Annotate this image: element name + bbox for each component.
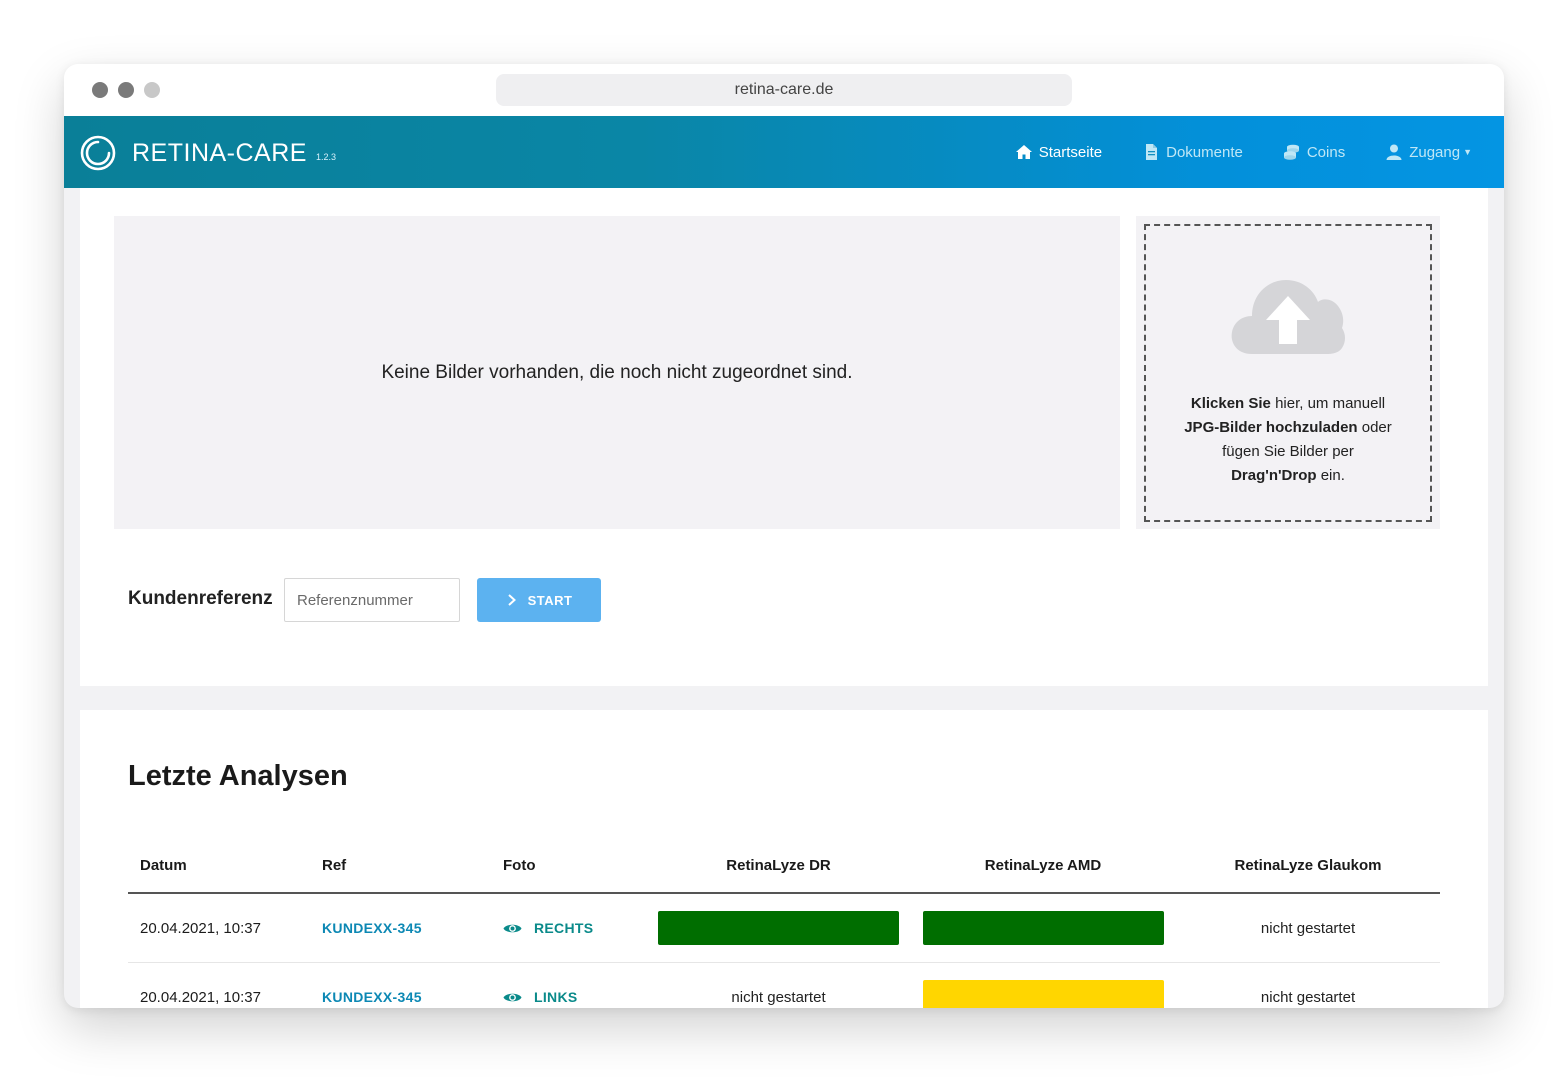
glaukom-status: nicht gestartet: [1260, 919, 1356, 937]
nav-item-label: Startseite: [1038, 143, 1103, 161]
top-navbar: RETINA-CARE 1.2.3 Startseite Dokumente C…: [64, 116, 1504, 188]
row-ref-link[interactable]: KUNDEXX-345: [322, 989, 422, 1005]
column-header-retinalyze-glaukom: RetinaLyze Glaukom: [1234, 857, 1382, 874]
table-row: 20.04.2021, 10:37 KUNDEXX-345 RECHTS nic…: [128, 894, 1440, 963]
start-button[interactable]: START: [477, 578, 601, 622]
document-icon: [1146, 144, 1158, 160]
row-date: 20.04.2021, 10:37: [140, 988, 261, 1006]
brand[interactable]: RETINA-CARE 1.2.3: [80, 134, 336, 172]
user-icon: [1386, 144, 1402, 160]
browser-titlebar: retina-care.de: [64, 64, 1504, 116]
amd-result-bar[interactable]: [922, 911, 1164, 945]
column-header-datum: Datum: [140, 857, 187, 874]
dr-status: nicht gestartet: [731, 988, 826, 1006]
address-bar[interactable]: retina-care.de: [496, 74, 1072, 106]
nav-item-label: Coins: [1306, 143, 1346, 161]
analyses-card: Letzte Analysen Datum Ref Foto RetinaLyz…: [80, 710, 1488, 1008]
nav-item-label: Zugang: [1409, 143, 1461, 161]
coins-icon: [1283, 144, 1299, 160]
eye-icon: [503, 993, 522, 1001]
nav-item-coins[interactable]: Coins: [1283, 143, 1345, 161]
reference-label: Kundenreferenz: [128, 588, 273, 609]
reference-input[interactable]: [284, 578, 460, 622]
nav-menu: Startseite Dokumente Coins Zugang ▼: [975, 116, 1472, 188]
browser-window: retina-care.de RETINA-CARE 1.2.3 Startse…: [64, 64, 1504, 1008]
brand-version: 1.2.3: [315, 152, 336, 162]
column-header-ref: Ref: [322, 857, 347, 874]
nav-item-startseite[interactable]: Startseite: [1015, 143, 1102, 161]
nav-item-zugang[interactable]: Zugang ▼: [1385, 143, 1472, 161]
glaukom-status: nicht gestartet: [1260, 988, 1356, 1006]
nav-item-label: Dokumente: [1166, 143, 1243, 161]
upload-instructions: Klicken Sie hier, um manuell JPG-Bilder …: [1184, 395, 1392, 484]
unassigned-images-area: Keine Bilder vorhanden, die noch nicht z…: [114, 216, 1120, 529]
eye-icon: [503, 924, 522, 932]
start-button-label: START: [527, 592, 573, 608]
table-row: 20.04.2021, 10:37 KUNDEXX-345 LINKS nich…: [128, 963, 1440, 1008]
brand-name: RETINA-CARE: [132, 138, 307, 167]
amd-result-bar[interactable]: [922, 980, 1164, 1008]
upload-panel: Klicken Sie hier, um manuell JPG-Bilder …: [1136, 216, 1440, 529]
dr-result-bar[interactable]: [658, 911, 899, 945]
window-maximize-button[interactable]: [144, 82, 160, 98]
row-foto-label: RECHTS: [534, 920, 594, 936]
upload-card: Keine Bilder vorhanden, die noch nicht z…: [80, 188, 1488, 686]
row-ref-link[interactable]: KUNDEXX-345: [322, 920, 422, 936]
column-header-retinalyze-dr: RetinaLyze DR: [726, 857, 831, 874]
chevron-down-icon: ▼: [1463, 147, 1472, 157]
upload-dropzone[interactable]: Klicken Sie hier, um manuell JPG-Bilder …: [1144, 224, 1432, 522]
cloud-upload-icon: [1231, 280, 1345, 354]
retina-logo-icon: [80, 135, 116, 171]
row-date: 20.04.2021, 10:37: [140, 919, 261, 937]
section-title: Letzte Analysen: [128, 760, 348, 792]
table-header: Datum Ref Foto RetinaLyze DR RetinaLyze …: [128, 854, 1440, 894]
row-foto-label: LINKS: [534, 989, 578, 1005]
column-header-retinalyze-amd: RetinaLyze AMD: [984, 857, 1102, 874]
empty-message: Keine Bilder vorhanden, die noch nicht z…: [381, 361, 853, 383]
row-foto-link[interactable]: RECHTS: [503, 920, 593, 936]
nav-item-dokumente[interactable]: Dokumente: [1142, 143, 1243, 161]
row-foto-link[interactable]: LINKS: [503, 989, 578, 1005]
chevron-right-icon: [507, 594, 516, 606]
window-close-button[interactable]: [92, 82, 108, 98]
column-header-foto: Foto: [503, 857, 536, 874]
window-minimize-button[interactable]: [118, 82, 134, 98]
analyses-table: Datum Ref Foto RetinaLyze DR RetinaLyze …: [128, 854, 1440, 1008]
home-icon: [1015, 145, 1032, 159]
